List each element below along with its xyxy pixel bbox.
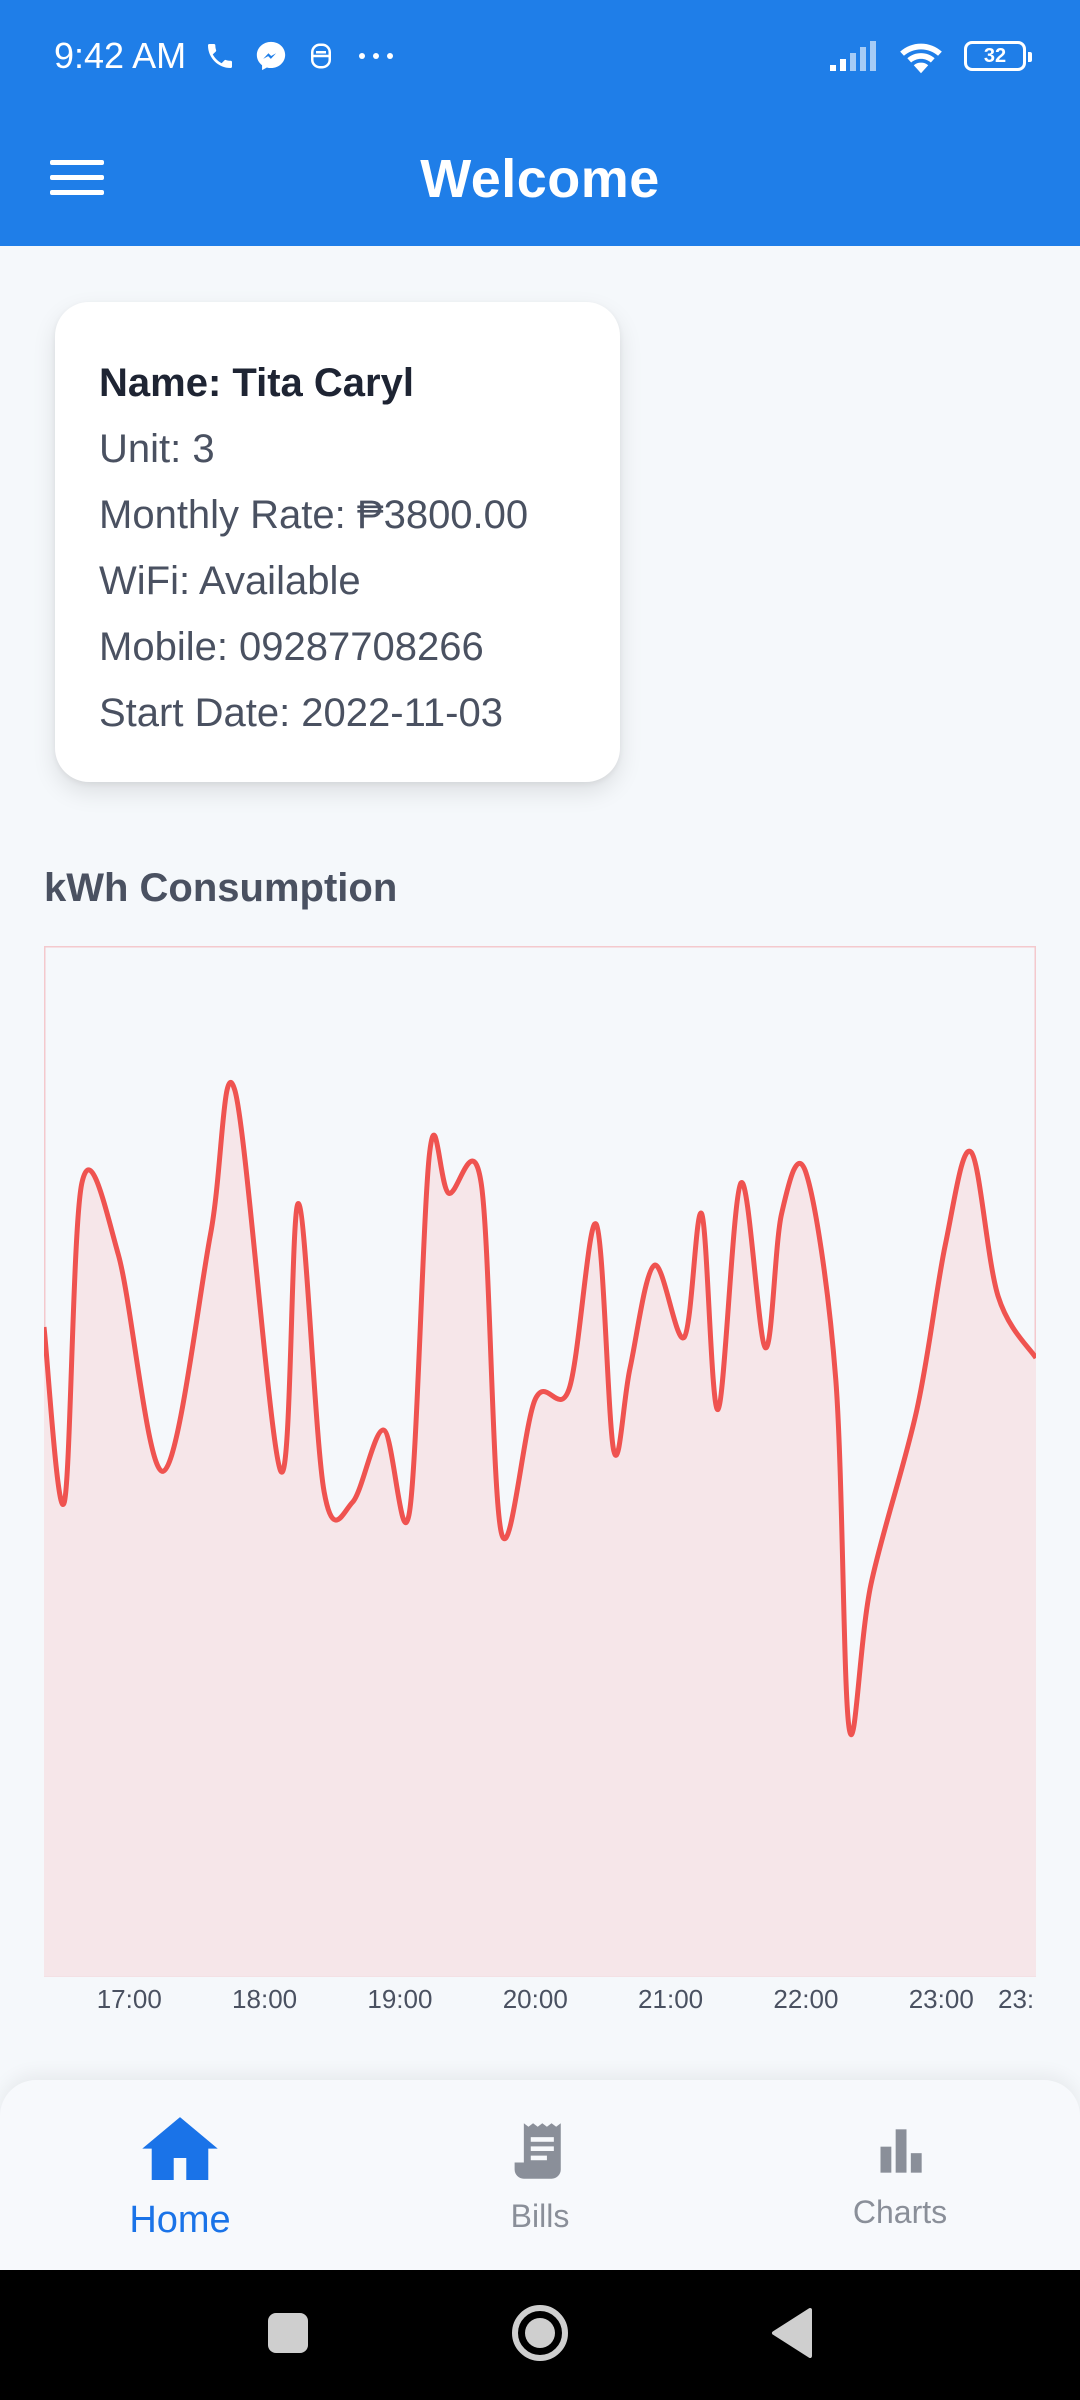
x-tick-label: 23:00 <box>909 1984 974 2014</box>
nav-bills[interactable]: Bills <box>360 2080 720 2270</box>
receipt-icon <box>512 2121 568 2186</box>
sim-icon <box>306 41 336 71</box>
x-tick-label: 21:00 <box>638 1984 703 2014</box>
tenant-wifi: WiFi: Available <box>99 559 361 603</box>
phone-icon <box>204 40 236 72</box>
kwh-chart: 17:00 18:00 19:00 20:00 21:00 22:00 23:00 23: <box>44 946 1036 2016</box>
nav-bills-label: Bills <box>510 2198 570 2234</box>
x-tick-label: 23: <box>998 1984 1034 2014</box>
tenant-start-date: Start Date: 2022-11-03 <box>99 691 503 735</box>
home-icon <box>142 2114 218 2185</box>
bottom-nav: Home Bills Charts <box>0 2080 1080 2270</box>
status-bar: 9:42 AM 32 <box>0 0 1080 112</box>
tenant-info-card: Name: Tita Caryl Unit: 3 Monthly Rate: ₱… <box>55 302 620 782</box>
signal-icon <box>828 39 878 73</box>
x-tick-label: 22:00 <box>773 1984 838 2014</box>
page-title: Welcome <box>420 149 660 209</box>
tenant-mobile: Mobile: 09287708266 <box>99 625 484 669</box>
bar-chart-icon <box>874 2125 926 2182</box>
nav-home-label: Home <box>129 2199 231 2241</box>
app-bar: Welcome <box>0 112 1080 246</box>
nav-charts-label: Charts <box>852 2194 948 2230</box>
chart-title: kWh Consumption <box>44 866 398 910</box>
x-tick-label: 17:00 <box>97 1984 162 2014</box>
status-right: 32 <box>828 38 1032 74</box>
nav-home[interactable]: Home <box>0 2080 360 2270</box>
more-dots-icon <box>354 46 398 66</box>
system-nav-bar <box>0 2270 1080 2400</box>
status-left: 9:42 AM <box>54 35 398 77</box>
back-triangle-icon[interactable] <box>770 2307 814 2363</box>
recents-square-icon[interactable] <box>266 2311 310 2360</box>
tenant-unit: Unit: 3 <box>99 427 215 471</box>
kwh-chart-svg: 17:00 18:00 19:00 20:00 21:00 22:00 23:00 23: <box>44 946 1036 2014</box>
home-circle-icon[interactable] <box>510 2303 570 2368</box>
x-tick-label: 18:00 <box>232 1984 297 2014</box>
status-time: 9:42 AM <box>54 35 187 76</box>
battery-level: 32 <box>983 44 1007 67</box>
wifi-icon <box>898 38 944 74</box>
tenant-name: Name: Tita Caryl <box>99 361 414 405</box>
hamburger-menu-icon[interactable] <box>50 150 104 204</box>
tenant-monthly-rate: Monthly Rate: ₱3800.00 <box>99 493 529 537</box>
x-tick-label: 20:00 <box>503 1984 568 2014</box>
x-tick-label: 19:00 <box>367 1984 432 2014</box>
messenger-icon <box>254 39 288 73</box>
battery-icon: 32 <box>964 41 1032 71</box>
nav-charts[interactable]: Charts <box>720 2080 1080 2270</box>
